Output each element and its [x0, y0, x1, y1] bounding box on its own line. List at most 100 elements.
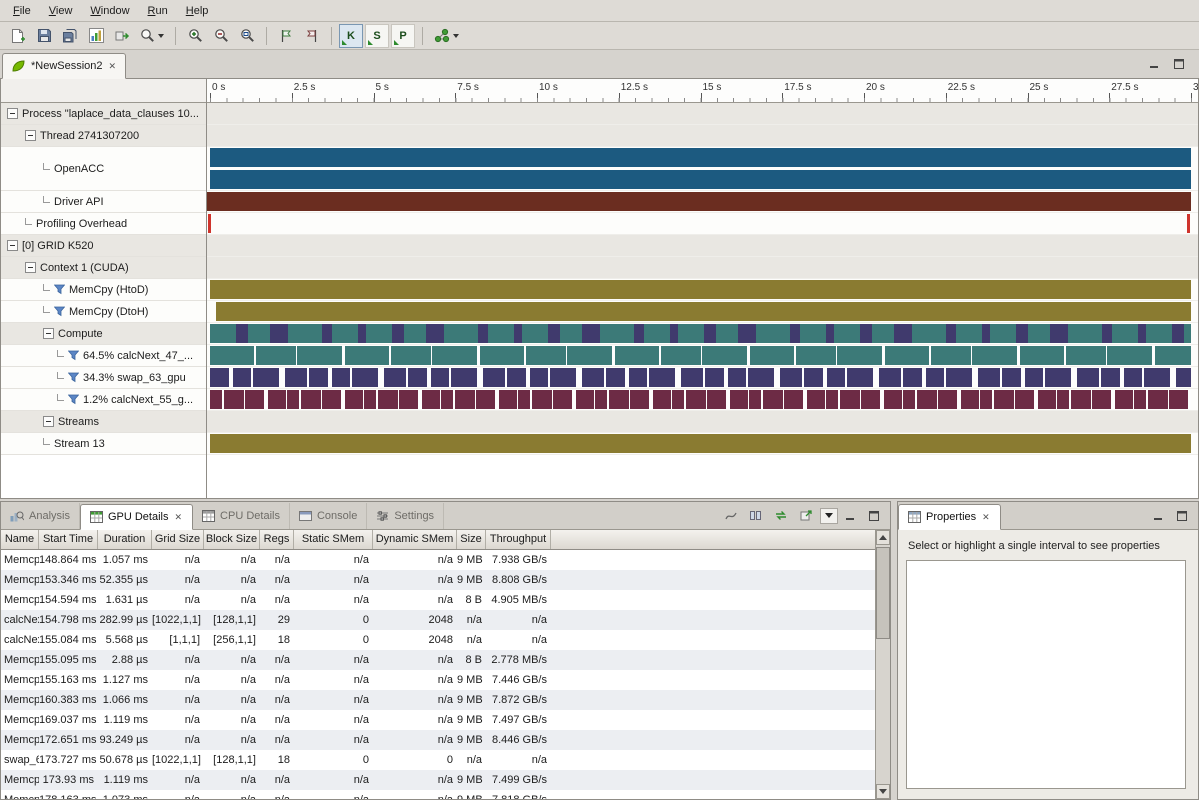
timeline-row[interactable]: [0] GRID K520 [1, 235, 206, 257]
filter-icon[interactable] [54, 284, 65, 295]
collapse-icon[interactable] [7, 108, 18, 119]
column-header[interactable]: Size [457, 530, 486, 549]
timeline-band[interactable] [207, 279, 1198, 301]
timeline-row[interactable]: 34.3% swap_63_gpu [1, 367, 206, 389]
analysis-menu-button[interactable] [430, 24, 462, 48]
maximize-button[interactable] [1169, 56, 1189, 72]
column-header[interactable]: Grid Size [152, 530, 204, 549]
timeline-bar[interactable] [210, 434, 1191, 453]
timeline-bar[interactable] [1187, 214, 1190, 233]
scroll-up-button[interactable] [876, 530, 890, 545]
timeline-band[interactable] [207, 125, 1198, 147]
tab-settings[interactable]: Settings [367, 503, 444, 529]
configure-columns-button[interactable] [745, 506, 767, 526]
menu-window[interactable]: Window [81, 2, 138, 20]
timeline-bar[interactable] [210, 148, 1191, 167]
timeline-band[interactable] [207, 301, 1198, 323]
timeline-band[interactable] [207, 213, 1198, 235]
zoom-in-button[interactable] [183, 24, 207, 48]
timeline-ruler[interactable]: 0 s2.5 s5 s7.5 s10 s12.5 s15 s17.5 s20 s… [207, 79, 1198, 103]
search-menu-button[interactable] [136, 24, 168, 48]
close-icon[interactable]: ✕ [108, 61, 118, 72]
timeline-bar[interactable] [210, 280, 1191, 299]
column-header[interactable]: Dynamic SMem [373, 530, 457, 549]
minimize-button[interactable] [841, 508, 861, 524]
timeline-row[interactable]: 64.5% calcNext_47_... [1, 345, 206, 367]
timeline-bar[interactable] [210, 390, 1191, 409]
collapse-icon[interactable] [25, 262, 36, 273]
show-in-timeline-button[interactable] [720, 506, 742, 526]
stream-toggle-button[interactable]: S [365, 24, 389, 48]
table-row[interactable]: Memcpy153.346 ms52.355 µsn/an/an/an/an/a… [1, 570, 875, 590]
timeline-row[interactable]: MemCpy (HtoD) [1, 279, 206, 301]
timeline-bar[interactable] [210, 170, 1191, 189]
timeline-row[interactable]: Thread 2741307200 [1, 125, 206, 147]
timeline-row[interactable]: Context 1 (CUDA) [1, 257, 206, 279]
menu-run[interactable]: Run [139, 2, 177, 20]
chart-view-button[interactable] [84, 24, 108, 48]
timeline-row[interactable]: Streams [1, 411, 206, 433]
timeline-band[interactable] [207, 257, 1198, 279]
timeline-band[interactable] [207, 433, 1198, 455]
table-row[interactable]: Memcpy154.594 ms1.631 µsn/an/an/an/an/a8… [1, 590, 875, 610]
next-marker-button[interactable] [274, 24, 298, 48]
table-row[interactable]: Memcpy155.163 ms1.127 msn/an/an/an/an/a9… [1, 670, 875, 690]
kernel-toggle-button[interactable]: K [339, 24, 363, 48]
table-row[interactable]: Memcpy172.651 ms93.249 µsn/an/an/an/an/a… [1, 730, 875, 750]
timeline-band[interactable] [207, 103, 1198, 125]
table-row[interactable]: Memcpy148.864 ms1.057 msn/an/an/an/an/a9… [1, 550, 875, 570]
new-session-button[interactable] [6, 24, 30, 48]
timeline-band[interactable] [207, 411, 1198, 433]
export-button[interactable] [110, 24, 134, 48]
timeline-band[interactable] [207, 367, 1198, 389]
minimize-button[interactable] [1149, 508, 1169, 524]
collapse-icon[interactable] [43, 328, 54, 339]
view-menu-button[interactable] [820, 508, 838, 524]
tab-gpu-details[interactable]: GPU Details✕ [80, 504, 193, 530]
filter-icon[interactable] [68, 394, 79, 405]
sync-selection-button[interactable] [770, 506, 792, 526]
timeline-band[interactable] [207, 323, 1198, 345]
table-row[interactable]: Memcpy160.383 ms1.066 msn/an/an/an/an/a9… [1, 690, 875, 710]
timeline-row[interactable]: Driver API [1, 191, 206, 213]
prev-marker-button[interactable] [300, 24, 324, 48]
save-button[interactable] [32, 24, 56, 48]
scroll-down-button[interactable] [876, 784, 890, 799]
tree-divider[interactable] [206, 79, 207, 498]
table-row[interactable]: Memcpy169.037 ms1.119 msn/an/an/an/an/a9… [1, 710, 875, 730]
maximize-button[interactable] [864, 508, 884, 524]
process-toggle-button[interactable]: P [391, 24, 415, 48]
table-row[interactable]: Memcpy178.163 ms1.073 msn/an/an/an/an/a9… [1, 790, 875, 799]
collapse-icon[interactable] [43, 416, 54, 427]
table-row[interactable]: swap_6173.727 ms50.678 µs[1022,1,1][128,… [1, 750, 875, 770]
column-header[interactable]: Duration [98, 530, 152, 549]
filter-icon[interactable] [54, 306, 65, 317]
column-header[interactable]: Name [1, 530, 39, 549]
minimize-button[interactable] [1145, 56, 1165, 72]
tab-cpu-details[interactable]: CPU Details [193, 503, 290, 529]
filter-icon[interactable] [68, 372, 79, 383]
tab-properties[interactable]: Properties ✕ [898, 504, 1001, 530]
timeline-bar[interactable] [210, 324, 1191, 343]
zoom-fit-button[interactable] [235, 24, 259, 48]
column-header[interactable]: Static SMem [294, 530, 373, 549]
column-header[interactable]: Throughput [486, 530, 551, 549]
zoom-out-button[interactable] [209, 24, 233, 48]
menu-help[interactable]: Help [177, 2, 218, 20]
filter-icon[interactable] [68, 350, 79, 361]
timeline-band[interactable] [207, 147, 1198, 191]
timeline-band[interactable] [207, 389, 1198, 411]
tab-analysis[interactable]: Analysis [1, 503, 80, 529]
timeline-bar[interactable] [210, 368, 1191, 387]
timeline-bar[interactable] [207, 192, 1191, 211]
timeline-band[interactable] [207, 235, 1198, 257]
column-header[interactable]: Start Time [39, 530, 98, 549]
table-row[interactable]: Memcpy155.095 ms2.88 µsn/an/an/an/an/a8 … [1, 650, 875, 670]
session-tab[interactable]: *NewSession2 ✕ [2, 53, 126, 79]
collapse-icon[interactable] [7, 240, 18, 251]
timeline-bar[interactable] [210, 346, 1191, 365]
column-header[interactable]: Block Size [204, 530, 260, 549]
timeline-row[interactable]: Compute [1, 323, 206, 345]
timeline-row[interactable]: Profiling Overhead [1, 213, 206, 235]
timeline-row[interactable]: Process "laplace_data_clauses 10... [1, 103, 206, 125]
